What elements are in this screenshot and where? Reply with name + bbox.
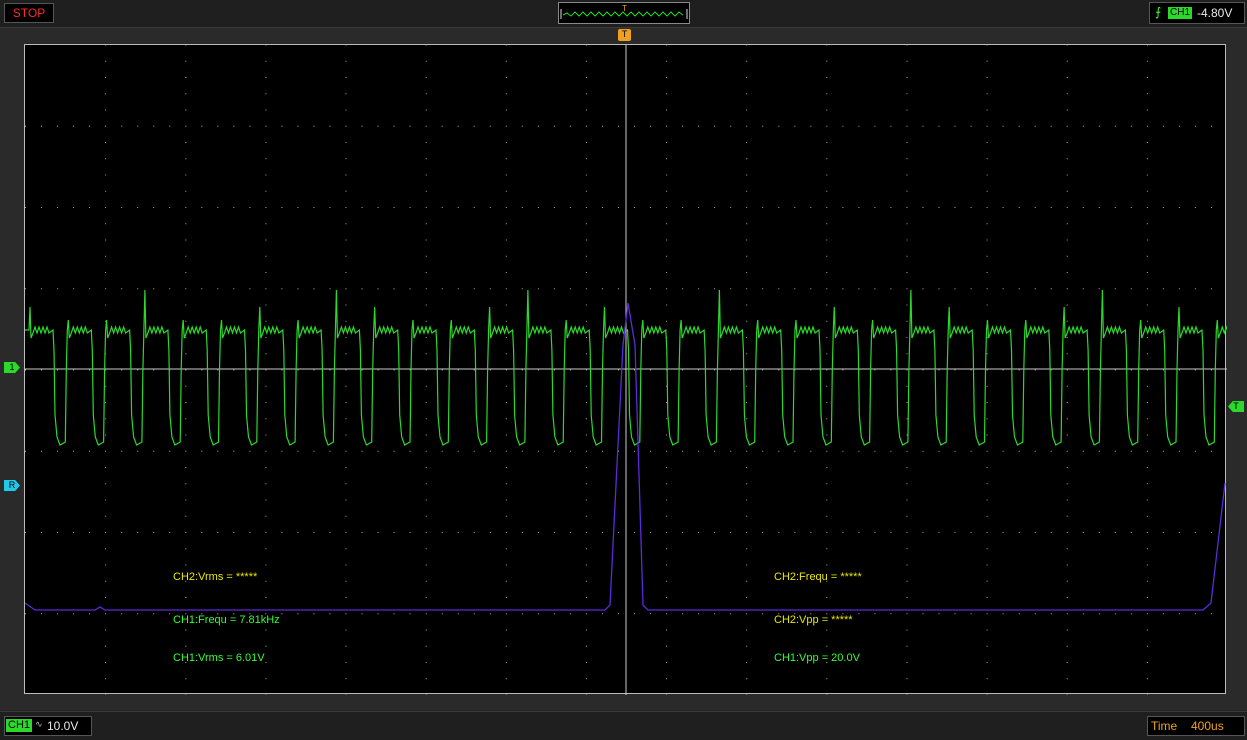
ch1-vpp-measurement: CH1:Vpp = 20.0V — [774, 652, 860, 664]
ac-coupling-icon: ∿ — [35, 719, 43, 729]
ch2-waveform — [25, 302, 1226, 611]
timebase-label: Time — [1151, 719, 1178, 733]
trigger-info-panel[interactable]: ⨍ CH1 -4.80V — [1149, 2, 1245, 24]
ch2-vrms-measurement: CH2:Vrms = ***** — [173, 571, 258, 583]
ch1-vrms-measurement: CH1:Vrms = 6.01V — [173, 652, 265, 664]
ch2-vpp-measurement: CH2:Vpp = ***** — [774, 614, 853, 626]
top-status-bar: STOP T ⨍ CH1 -4.80V — [0, 0, 1247, 28]
trigger-level-value: -4.80V — [1197, 6, 1233, 20]
ch1-volts-per-div: 10.0V — [47, 719, 79, 733]
ch2-frequ-measurement: CH2:Frequ = ***** — [774, 571, 862, 583]
trigger-source-badge: CH1 — [1168, 7, 1193, 19]
run-stop-button[interactable]: STOP — [4, 3, 54, 23]
overview-trigger-marker: T — [622, 4, 627, 13]
waveform-display[interactable] — [24, 44, 1227, 695]
timebase-value: 400us — [1191, 719, 1224, 733]
bottom-status-bar: CH1 ∿ 10.0V Time 400us — [0, 711, 1247, 740]
waveform-canvas — [25, 45, 1227, 695]
timebase-panel[interactable]: Time 400us — [1147, 716, 1245, 736]
trigger-position-marker[interactable]: T — [618, 29, 631, 41]
rising-edge-icon: ⨍ — [1155, 5, 1162, 19]
ch1-scale-panel[interactable]: CH1 ∿ 10.0V — [4, 716, 92, 736]
trigger-position-overview[interactable]: T — [558, 2, 690, 24]
ch1-badge: CH1 — [6, 719, 33, 732]
ch1-frequ-measurement: CH1:Frequ = 7.81kHz — [173, 614, 280, 626]
